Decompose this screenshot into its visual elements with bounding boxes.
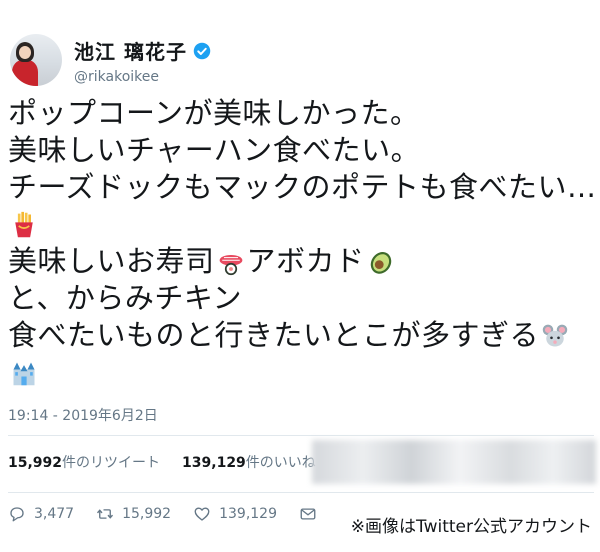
image-credit: ※画像はTwitter公式アカウント xyxy=(350,517,592,537)
retweet-stat-count: 15,992 xyxy=(8,455,63,471)
retweet-button[interactable]: 15,992 xyxy=(96,505,171,523)
verified-badge-icon xyxy=(193,42,211,59)
tweet-line-emoji xyxy=(8,206,598,243)
tweet-line: 美味しいチャーハン食べたい。 xyxy=(8,133,421,167)
avatar[interactable] xyxy=(10,34,62,86)
sushi-icon xyxy=(219,255,242,276)
tweet-line: 食べたいものと行きたいとこが多すぎる xyxy=(8,317,598,354)
tweet-line-emoji xyxy=(8,354,598,391)
tweet-header: 池江 璃花子 @rikakoikee xyxy=(10,34,211,86)
tweet-text-sushi: 美味しいお寿司 xyxy=(8,244,215,278)
like-stat-label: 件のいいね xyxy=(245,455,316,471)
retweet-stat[interactable]: 15,992件のリツイート xyxy=(8,452,160,472)
like-button[interactable]: 139,129 xyxy=(193,505,277,523)
avocado-icon xyxy=(370,252,391,274)
tweet-text-avocado: アボカド xyxy=(246,244,365,278)
tweet-line: 美味しいお寿司 アボカド xyxy=(8,243,598,280)
engagement-stats: 15,992件のリツイート 139,129件のいいね xyxy=(8,452,316,472)
castle-icon xyxy=(13,362,35,386)
blurred-avatars xyxy=(312,440,596,484)
display-name[interactable]: 池江 璃花子 xyxy=(74,36,187,65)
retweet-stat-label: 件のリツイート xyxy=(62,455,161,471)
action-bar: 3,477 15,992 139,129 xyxy=(8,505,347,523)
like-count: 139,129 xyxy=(219,506,277,522)
tweet-line: ポップコーンが美味しかった。 xyxy=(8,96,420,130)
like-stat-count: 139,129 xyxy=(182,455,246,471)
tweet-text-last: 食べたいものと行きたいとこが多すぎる xyxy=(8,318,540,352)
timestamp[interactable]: 19:14 - 2019年6月2日 xyxy=(8,405,158,425)
tweet-line: と、からみチキン xyxy=(8,281,242,315)
reply-icon xyxy=(10,507,24,522)
user-names: 池江 璃花子 @rikakoikee xyxy=(74,36,211,85)
tweet-text: ポップコーンが美味しかった。 美味しいチャーハン食べたい。 チーズドックもマック… xyxy=(8,95,598,391)
divider xyxy=(8,492,594,493)
tweet-line: チーズドックもマックのポテトも食べたい… xyxy=(8,170,597,204)
retweet-count: 15,992 xyxy=(122,506,172,522)
user-handle[interactable]: @rikakoikee xyxy=(74,69,211,85)
divider xyxy=(8,435,594,436)
envelope-icon xyxy=(300,508,316,520)
like-stat[interactable]: 139,129件のいいね xyxy=(182,452,316,472)
retweet-icon xyxy=(97,509,114,519)
display-name-row[interactable]: 池江 璃花子 xyxy=(74,36,211,65)
reply-button[interactable]: 3,477 xyxy=(8,505,74,523)
direct-message-button[interactable] xyxy=(299,505,325,523)
fries-icon xyxy=(15,211,33,238)
heart-icon xyxy=(194,507,210,521)
reply-count: 3,477 xyxy=(34,506,75,522)
mouse-icon xyxy=(542,324,568,347)
